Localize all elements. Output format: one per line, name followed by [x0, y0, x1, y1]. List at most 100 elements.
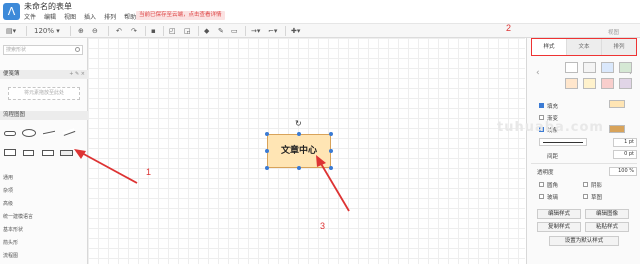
redo-icon[interactable]: ↷: [131, 26, 137, 36]
annotation-1: 1: [146, 167, 152, 177]
library-arrows[interactable]: 箭头形: [3, 239, 18, 246]
line-style-select[interactable]: [539, 138, 587, 146]
set-default-style-button[interactable]: 设置为默认样式: [549, 236, 619, 246]
toolbar-divider: [145, 26, 146, 36]
connection-icon[interactable]: →▾: [251, 26, 260, 36]
paste-style-button[interactable]: 粘贴样式: [585, 222, 629, 232]
resize-handle[interactable]: [265, 149, 269, 153]
shape-ellipse[interactable]: [22, 129, 36, 137]
zoom-out-icon[interactable]: ⊖: [92, 26, 98, 36]
line-color-swatch[interactable]: [609, 125, 625, 133]
style-swatch[interactable]: [583, 78, 596, 89]
opacity-input[interactable]: 100 %: [609, 167, 637, 176]
zoom-value: 120%: [34, 27, 55, 35]
shape-org-chart[interactable]: [4, 149, 16, 156]
shape-container[interactable]: [23, 150, 34, 156]
scratchpad-drop-zone[interactable]: 将元素拖放至此处: [8, 87, 80, 100]
sketch-checkbox[interactable]: [583, 194, 588, 199]
shape-curve[interactable]: [43, 130, 55, 137]
copy-style-button[interactable]: 复制样式: [537, 222, 581, 232]
toolbar-divider: [70, 26, 71, 36]
menu-help[interactable]: 帮助: [124, 12, 136, 21]
spacing-input[interactable]: 0 pt: [613, 150, 637, 159]
shape-list[interactable]: [60, 150, 73, 156]
resize-handle[interactable]: [265, 166, 269, 170]
search-placeholder: 搜索形状: [6, 47, 27, 53]
library-advanced[interactable]: 高级: [3, 200, 13, 207]
fill-color-swatch[interactable]: [609, 100, 625, 108]
style-swatch[interactable]: [583, 62, 596, 73]
shadow-icon[interactable]: ▭: [231, 26, 238, 36]
tab-arrange[interactable]: 排列: [602, 39, 636, 55]
library-general[interactable]: 通用: [3, 174, 13, 181]
resize-handle[interactable]: [297, 166, 301, 170]
style-swatch[interactable]: [601, 62, 614, 73]
fill-color-icon[interactable]: ◆: [204, 26, 209, 36]
flowchart-header[interactable]: 流程图图: [0, 111, 88, 120]
stroke-width-input[interactable]: 1 pt: [613, 138, 637, 147]
library-misc[interactable]: 杂项: [3, 187, 13, 194]
rotate-handle-icon[interactable]: ↻: [295, 119, 302, 128]
resize-handle[interactable]: [329, 149, 333, 153]
style-swatch[interactable]: [565, 62, 578, 73]
undo-icon[interactable]: ↶: [116, 26, 122, 36]
scratchpad-title: 便笺簿: [3, 71, 20, 77]
drawing-canvas[interactable]: ↻ 文章中心: [88, 38, 525, 264]
shape-line[interactable]: [62, 128, 76, 136]
delete-icon[interactable]: ▪: [151, 26, 156, 36]
line-color-icon[interactable]: ✎: [218, 26, 224, 36]
save-status-banner[interactable]: 当前已保存至云端，点击查看详情: [136, 11, 225, 20]
menu-edit[interactable]: 编辑: [44, 12, 56, 21]
resize-handle[interactable]: [329, 166, 333, 170]
chevron-left-icon[interactable]: ‹: [536, 68, 540, 78]
style-swatch[interactable]: [619, 78, 632, 89]
toolbar-divider: [108, 26, 109, 36]
resize-handle[interactable]: [265, 132, 269, 136]
search-icon[interactable]: [75, 47, 80, 52]
shapes-sidebar: 搜索形状 便笺簿 + ✎ × 将元素拖放至此处 流程图图 通用 杂项 高级 统一建…: [0, 38, 88, 264]
scratchpad-actions-icon[interactable]: + ✎ ×: [69, 70, 85, 79]
library-basic[interactable]: 基本形状: [3, 226, 23, 233]
library-uml[interactable]: 统一建模语言: [3, 213, 33, 220]
page-view-icon[interactable]: ▤▾: [6, 26, 16, 36]
scratchpad-header[interactable]: 便笺簿 + ✎ ×: [0, 70, 88, 79]
search-input[interactable]: 搜索形状: [3, 45, 83, 55]
menu-view[interactable]: 视图: [64, 12, 76, 21]
resize-handle[interactable]: [297, 132, 301, 136]
insert-icon[interactable]: ✚▾: [291, 26, 300, 36]
toolbar-divider: [245, 26, 246, 36]
to-back-icon[interactable]: ◲: [184, 26, 191, 36]
flowchart-title: 流程图图: [3, 112, 26, 118]
spacing-label: 间距: [547, 154, 559, 160]
style-swatch[interactable]: [565, 78, 578, 89]
shape-terminator[interactable]: [4, 131, 16, 136]
glass-checkbox[interactable]: [539, 194, 544, 199]
line-style-preview: [543, 142, 583, 143]
menu-arrange[interactable]: 排列: [104, 12, 116, 21]
menu-insert[interactable]: 插入: [84, 12, 96, 21]
tab-style[interactable]: 样式: [532, 39, 567, 55]
format-panel-label[interactable]: 视图: [608, 28, 619, 36]
zoom-select[interactable]: 120% ▾: [34, 26, 60, 36]
resize-handle[interactable]: [329, 132, 333, 136]
rounded-checkbox[interactable]: [539, 182, 544, 187]
zoom-in-icon[interactable]: ⊕: [78, 26, 84, 36]
style-swatch[interactable]: [619, 62, 632, 73]
edit-style-button[interactable]: 编辑样式: [537, 209, 581, 219]
shape-process[interactable]: [42, 150, 54, 156]
menu-file[interactable]: 文件: [24, 12, 36, 21]
waypoints-icon[interactable]: ⌐▾: [268, 26, 277, 36]
selected-node[interactable]: 文章中心: [267, 134, 331, 168]
style-swatch[interactable]: [601, 78, 614, 89]
tab-text[interactable]: 文本: [567, 39, 602, 55]
divider: [531, 163, 637, 164]
toolbar-divider: [285, 26, 286, 36]
rounded-label: 圆角: [547, 183, 559, 189]
to-front-icon[interactable]: ◰: [169, 26, 176, 36]
library-flowchart[interactable]: 流程图: [3, 252, 18, 259]
edit-image-button[interactable]: 编辑图像: [585, 209, 629, 219]
sketch-label: 草图: [591, 195, 603, 201]
shadow-checkbox[interactable]: [583, 182, 588, 187]
fill-checkbox[interactable]: [539, 103, 544, 108]
document-title[interactable]: 未命名的表单: [24, 1, 72, 12]
